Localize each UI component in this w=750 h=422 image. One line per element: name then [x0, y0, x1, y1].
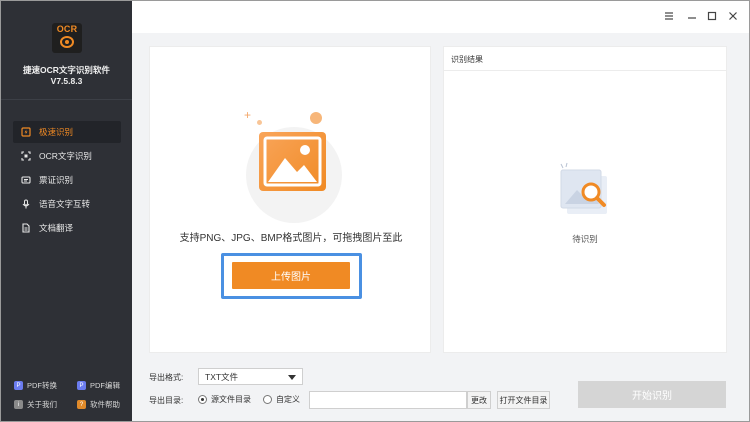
export-format-label: 导出格式:: [149, 373, 184, 382]
change-dir-button[interactable]: 更改: [467, 391, 491, 409]
help-link[interactable]: ? 软件帮助: [77, 399, 120, 410]
title-bar: [132, 1, 749, 33]
pending-status: 待识别: [572, 234, 598, 244]
sidebar-item-fast-recognition[interactable]: 极速识别: [13, 121, 121, 143]
app-logo: OCR: [52, 23, 82, 53]
sidebar-item-translate[interactable]: 文档翻译: [13, 217, 121, 239]
sidebar-item-label: OCR文字识别: [39, 151, 92, 161]
result-divider: [444, 70, 726, 71]
sidebar-divider: [1, 99, 132, 100]
sparkle-icon: +: [244, 108, 252, 122]
maximize-icon[interactable]: [705, 9, 719, 23]
sidebar-item-label: 语音文字互转: [39, 199, 91, 209]
radio-button-checked: [198, 395, 207, 404]
bottom-link-label: PDF编辑: [90, 381, 120, 390]
radio-label: 源文件目录: [211, 395, 251, 404]
result-title: 识别结果: [451, 55, 483, 64]
lightning-doc-icon: [21, 127, 31, 137]
bottom-link-label: 关于我们: [27, 400, 57, 409]
upload-hint: 支持PNG、JPG、BMP格式图片，可拖拽图片至此: [179, 233, 403, 244]
about-link[interactable]: i 关于我们: [14, 399, 57, 410]
scan-frame-icon: [21, 151, 31, 161]
sidebar-item-ticket[interactable]: 票证识别: [13, 169, 121, 191]
start-recognition-button[interactable]: 开始识别: [578, 381, 726, 408]
sidebar-item-ocr[interactable]: OCR文字识别: [13, 145, 121, 167]
decor-dot: [310, 112, 322, 124]
logo-text: OCR: [56, 24, 78, 34]
ticket-icon: [21, 175, 31, 185]
app-window: OCR 捷速OCR文字识别软件 V7.5.8.3 极速识别 OCR文字识别 票证…: [0, 0, 750, 422]
upload-image-button[interactable]: 上传图片: [232, 262, 350, 289]
pdf-edit-link[interactable]: P PDF编辑: [77, 380, 120, 391]
minimize-icon[interactable]: [685, 9, 699, 23]
eye-icon: [60, 36, 74, 48]
radio-button: [263, 395, 272, 404]
pending-search-icon: [557, 162, 613, 220]
export-dir-label: 导出目录:: [149, 396, 184, 405]
sidebar-item-voice[interactable]: 语音文字互转: [13, 193, 121, 215]
pdf-convert-link[interactable]: P PDF转换: [14, 380, 57, 391]
microphone-icon: [21, 199, 31, 209]
export-format-select[interactable]: TXT文件: [198, 368, 303, 385]
radio-custom-dir[interactable]: 自定义: [263, 394, 300, 405]
result-panel: 识别结果 待识别: [443, 46, 727, 353]
app-version: V7.5.8.3: [50, 76, 83, 86]
bottom-link-label: 软件帮助: [90, 400, 120, 409]
sidebar: OCR 捷速OCR文字识别软件 V7.5.8.3 极速识别 OCR文字识别 票证…: [1, 1, 132, 421]
close-icon[interactable]: [726, 9, 740, 23]
radio-label: 自定义: [276, 395, 300, 404]
pdf-edit-icon: P: [77, 381, 86, 390]
menu-icon[interactable]: [662, 9, 676, 23]
chevron-down-icon: [288, 375, 296, 380]
radio-source-dir[interactable]: 源文件目录: [198, 394, 251, 405]
pdf-convert-icon: P: [14, 381, 23, 390]
export-format-value: TXT文件: [205, 371, 239, 382]
image-icon: [259, 132, 326, 191]
bottom-link-label: PDF转换: [27, 381, 57, 390]
sidebar-item-label: 文档翻译: [39, 223, 74, 233]
open-dir-button[interactable]: 打开文件目录: [497, 391, 550, 409]
sidebar-item-label: 票证识别: [39, 175, 74, 185]
translate-doc-icon: [21, 223, 31, 233]
help-icon: ?: [77, 400, 86, 409]
export-path-input[interactable]: [309, 391, 467, 409]
info-icon: i: [14, 400, 23, 409]
decor-dot: [257, 120, 262, 125]
sidebar-item-label: 极速识别: [39, 127, 74, 137]
upload-dropzone[interactable]: + 支持PNG、JPG、BMP格式图片，可拖拽图片至此 上传图片: [149, 46, 431, 353]
